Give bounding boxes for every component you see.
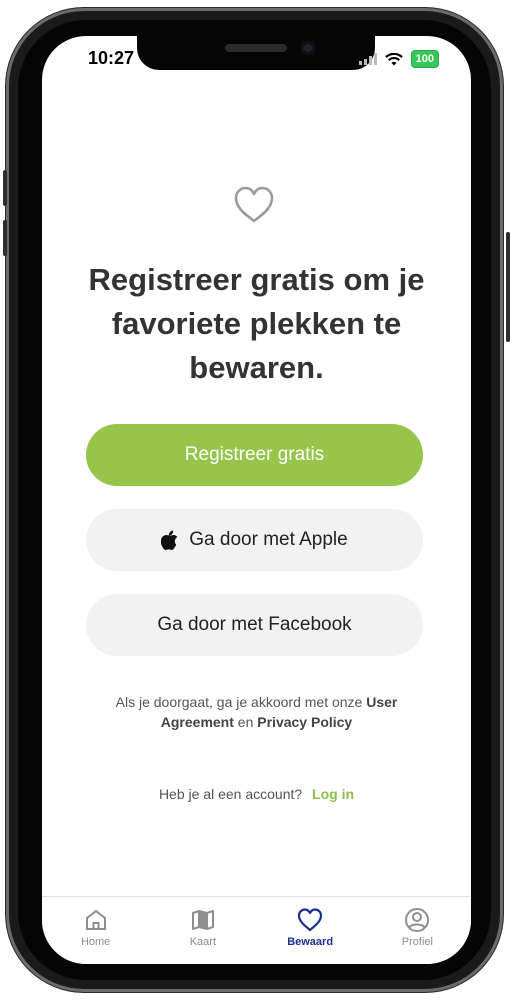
login-prompt: Heb je al een account?	[158, 786, 303, 802]
volume-down-button	[3, 220, 7, 256]
home-icon	[85, 910, 106, 930]
wifi-icon	[384, 52, 403, 65]
continue-with-facebook-button[interactable]: Ga door met Facebook	[86, 594, 423, 656]
register-button-label: Registreer gratis	[184, 444, 325, 465]
map-icon	[191, 910, 214, 930]
continue-with-apple-button[interactable]: Ga door met Apple	[86, 509, 423, 571]
legal-notice: Als je doorgaat, ga je akkoord met onze …	[112, 692, 401, 732]
tab-bar: Home Kaart Bewaard Profiel	[42, 896, 471, 964]
profile-icon	[405, 908, 430, 932]
tab-bewaard-label: Bewaard	[287, 936, 334, 948]
login-row: Heb je al een account? Log in	[102, 786, 411, 802]
apple-button-label: Ga door met Apple	[189, 529, 348, 550]
volume-up-button	[3, 170, 7, 206]
tab-profiel-label: Profiel	[401, 936, 433, 948]
facebook-button-label: Ga door met Facebook	[157, 614, 352, 635]
tab-kaart-label: Kaart	[189, 936, 217, 948]
battery-indicator: 100	[410, 50, 439, 68]
legal-and: en	[237, 714, 254, 730]
heart-icon	[298, 908, 323, 932]
tab-bewaard[interactable]: Bewaard	[257, 897, 364, 964]
app-screen: 10:27 100 Registreer gratis om je favori…	[42, 36, 471, 964]
speaker	[225, 44, 287, 52]
register-free-button[interactable]: Registreer gratis	[86, 424, 423, 486]
login-link[interactable]: Log in	[312, 786, 354, 802]
privacy-policy-link[interactable]: Privacy Policy	[257, 714, 352, 730]
legal-prefix: Als je doorgaat, ga je akkoord met onze	[115, 694, 363, 710]
tab-profiel[interactable]: Profiel	[364, 897, 471, 964]
tab-kaart[interactable]: Kaart	[149, 897, 256, 964]
status-time: 10:27	[88, 48, 135, 68]
status-indicators: 100	[358, 50, 439, 68]
camera	[301, 41, 315, 55]
apple-icon	[161, 530, 178, 550]
heart-icon	[234, 186, 274, 223]
page-headline: Registreer gratis om je favoriete plekke…	[88, 262, 425, 385]
notch	[137, 36, 375, 70]
tab-home-label: Home	[80, 936, 111, 948]
signal-icon	[358, 53, 377, 65]
power-button	[506, 232, 510, 342]
tab-home[interactable]: Home	[42, 897, 149, 964]
